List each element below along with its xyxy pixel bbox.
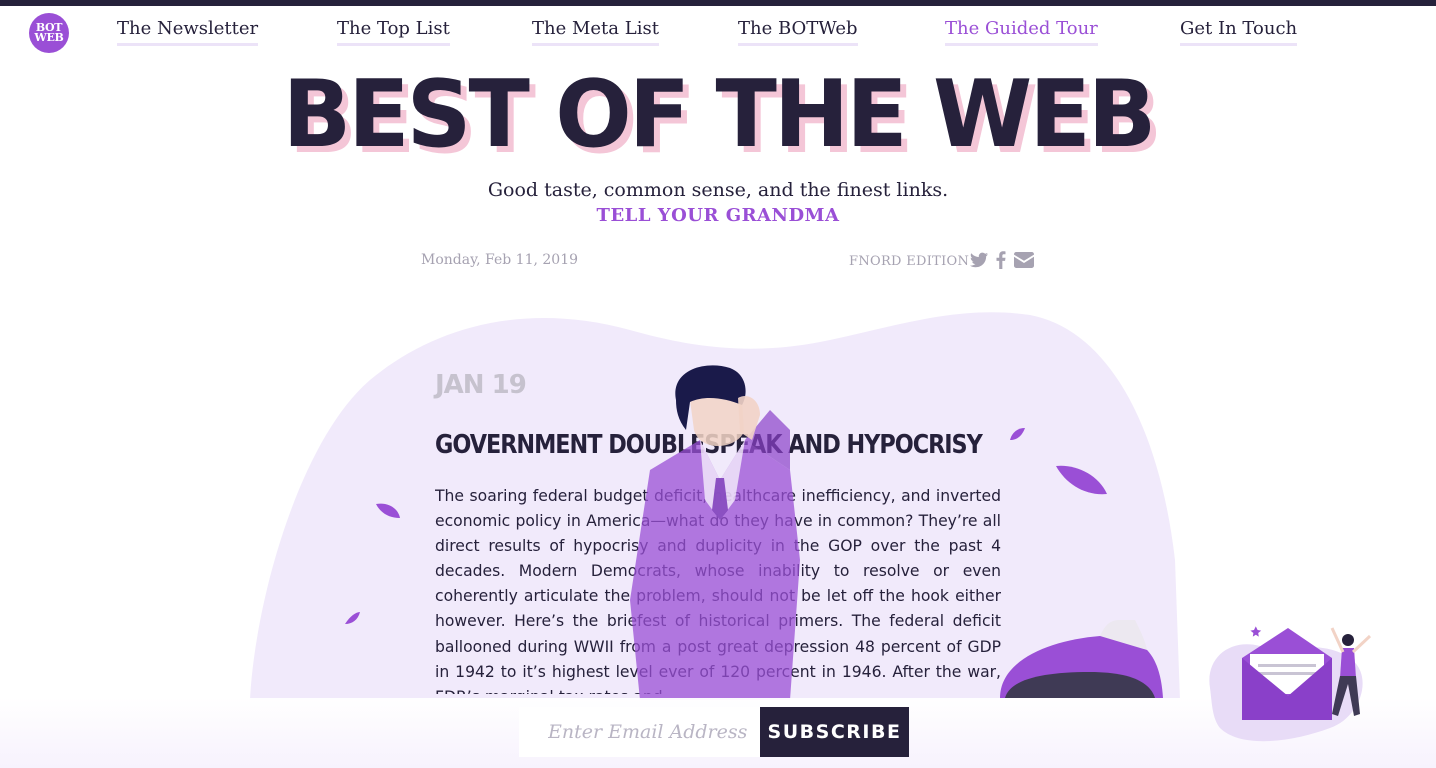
article-title[interactable]: Government Doublespeak and Hypocrisy xyxy=(435,430,983,460)
subscribe-button[interactable]: SUBSCRIBE xyxy=(760,707,909,757)
article-date: JAN 19 xyxy=(435,370,527,400)
email-field[interactable] xyxy=(519,707,760,757)
article-body: The soaring federal budget deficit, heal… xyxy=(435,487,1001,694)
mail-illustration xyxy=(1209,626,1372,742)
article: JAN 19 Government Doublespeak and Hypocr… xyxy=(435,370,1001,694)
